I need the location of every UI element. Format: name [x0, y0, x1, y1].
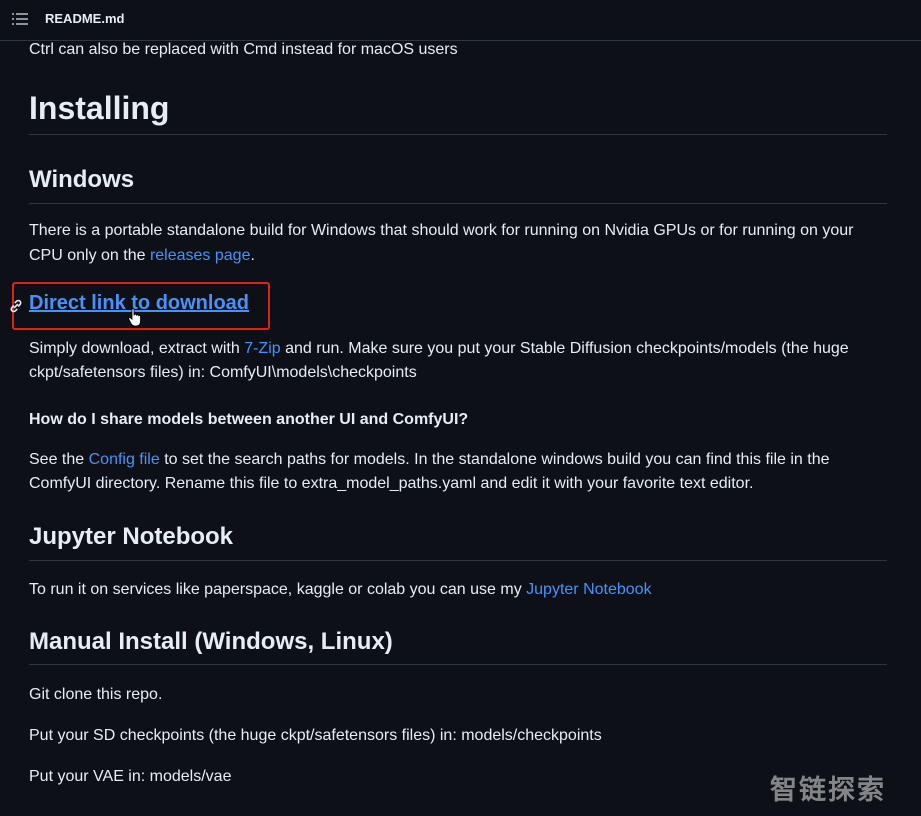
windows-text-line-2: CPU only on the releases page.	[29, 244, 255, 268]
list-icon[interactable]	[12, 12, 28, 26]
text-segment: and run. Make sure you put your Stable D…	[280, 340, 849, 357]
heading-manual-install: Manual Install (Windows, Linux)	[29, 628, 393, 655]
jupyter-text: To run it on services like paperspace, k…	[29, 578, 652, 602]
watermark-text: 智链探索	[770, 775, 886, 806]
heading-jupyter: Jupyter Notebook	[29, 523, 234, 550]
heading-share-models: How do I share models between another UI…	[29, 411, 469, 428]
heading-divider	[29, 134, 887, 135]
download-text-line-2: ckpt/safetensors files) in: ComfyUI\mode…	[29, 364, 417, 381]
readme-page: README.md Ctrl can also be replaced with…	[0, 0, 921, 816]
7zip-link[interactable]: 7-Zip	[244, 340, 280, 357]
windows-text-line-1: There is a portable standalone build for…	[29, 222, 854, 239]
releases-page-link[interactable]: releases page	[150, 247, 251, 264]
manual-line-2: Put your SD checkpoints (the huge ckpt/s…	[29, 727, 602, 744]
hand-cursor-icon	[128, 308, 141, 327]
share-text-line-2: ComfyUI directory. Rename this file to e…	[29, 475, 754, 492]
heading-divider	[29, 560, 887, 561]
link-icon[interactable]	[8, 298, 24, 314]
heading-divider	[29, 664, 887, 665]
heading-installing: Installing	[29, 90, 170, 126]
file-name: README.md	[45, 11, 125, 26]
share-text-line-1: See the Config file to set the search pa…	[29, 448, 830, 472]
jupyter-notebook-link[interactable]: Jupyter Notebook	[526, 581, 651, 598]
file-header-bar: README.md	[0, 0, 921, 41]
download-text-line-1: Simply download, extract with 7-Zip and …	[29, 337, 849, 361]
text-segment: .	[250, 247, 255, 264]
intro-text: Ctrl can also be replaced with Cmd inste…	[29, 41, 458, 58]
text-segment: to set the search paths for models. In t…	[159, 451, 830, 468]
manual-line-1: Git clone this repo.	[29, 686, 163, 703]
manual-line-3: Put your VAE in: models/vae	[29, 768, 232, 785]
heading-divider	[29, 203, 887, 204]
text-segment: Simply download, extract with	[29, 340, 245, 357]
config-file-link[interactable]: Config file	[89, 451, 160, 468]
text-segment: See the	[29, 451, 89, 468]
text-segment: CPU only on the	[29, 247, 150, 264]
text-segment: To run it on services like paperspace, k…	[29, 581, 527, 598]
heading-windows: Windows	[29, 166, 135, 193]
